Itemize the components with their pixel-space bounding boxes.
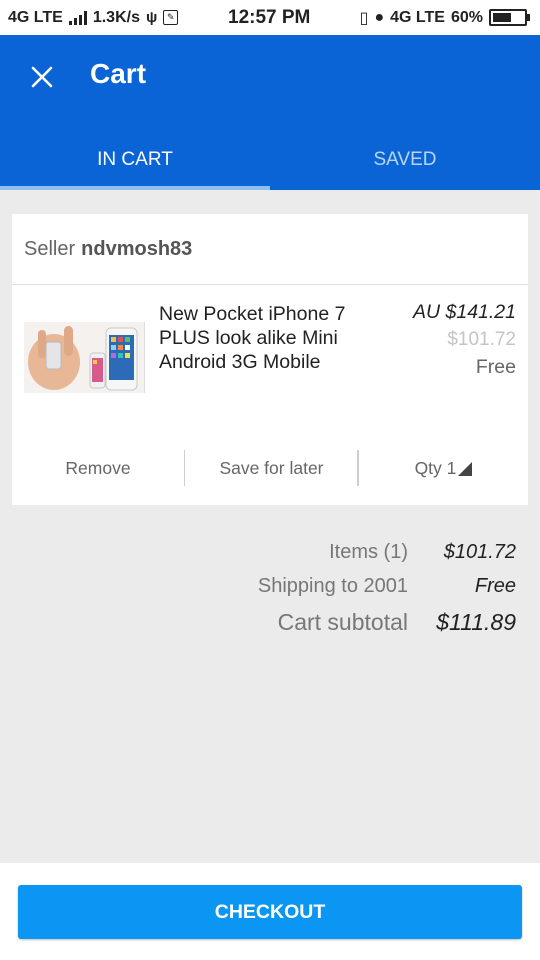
item-shipping: Free bbox=[475, 356, 516, 378]
items-value: $101.72 bbox=[443, 541, 516, 563]
tab-bar: IN CART SAVED bbox=[0, 130, 540, 190]
item-title[interactable]: New Pocket iPhone 7 PLUS look alike Mini… bbox=[159, 302, 384, 374]
notification-icon: ✎ bbox=[163, 10, 179, 25]
tab-indicator bbox=[0, 186, 270, 190]
remove-button[interactable]: Remove bbox=[12, 450, 184, 486]
items-row: Items (1) $101.72 bbox=[116, 541, 516, 564]
page-title: Cart bbox=[90, 58, 147, 89]
subtotal-row: Cart subtotal $111.89 bbox=[116, 609, 516, 636]
item-actions: Remove Save for later Qty 1 bbox=[12, 450, 528, 486]
seller-label: Seller bbox=[24, 237, 76, 260]
vibrate-icon: ▯ bbox=[359, 9, 369, 27]
alarm-icon: ● bbox=[374, 8, 385, 26]
close-button[interactable] bbox=[22, 57, 62, 97]
quantity-label: Qty 1 bbox=[414, 457, 457, 478]
subtotal-label: Cart subtotal bbox=[277, 609, 408, 635]
subtotal-value: $111.89 bbox=[436, 609, 516, 635]
item-converted-price: $101.72 bbox=[447, 329, 516, 350]
network-speed: 1.3K/s bbox=[92, 8, 140, 26]
phone-product-image bbox=[24, 322, 144, 393]
cart-summary: Items (1) $101.72 Shipping to 2001 Free … bbox=[116, 541, 516, 647]
status-left: 4G LTE 1.3K/s ψ ✎ bbox=[8, 0, 179, 35]
tab-in-cart[interactable]: IN CART bbox=[0, 130, 270, 190]
shipping-value: Free bbox=[474, 575, 516, 597]
signal-icon bbox=[68, 10, 87, 25]
checkout-panel: CHECKOUT bbox=[0, 863, 540, 960]
usb-icon: ψ bbox=[145, 9, 158, 26]
seller-name[interactable]: ndvmosh83 bbox=[81, 238, 192, 261]
close-icon bbox=[31, 66, 53, 88]
quantity-selector[interactable]: Qty 1 bbox=[359, 450, 528, 486]
dropdown-triangle-icon bbox=[458, 462, 473, 476]
seller-row: Seller ndvmosh83 bbox=[12, 214, 528, 285]
cart-item-card: Seller ndvmosh83 New Pocket iPhone 7 PLU… bbox=[12, 214, 528, 505]
tab-saved[interactable]: SAVED bbox=[270, 130, 540, 190]
shipping-label[interactable]: Shipping to 2001 bbox=[258, 575, 408, 598]
battery-percent: 60% bbox=[450, 8, 483, 26]
clock: 12:57 PM bbox=[228, 6, 311, 28]
status-bar: 4G LTE 1.3K/s ψ ✎ 12:57 PM ▯ ● 4G LTE 60… bbox=[0, 0, 540, 35]
item-thumbnail[interactable] bbox=[24, 322, 145, 393]
network-type-right: 4G LTE bbox=[390, 8, 445, 26]
app-bar: Cart IN CART SAVED bbox=[0, 35, 540, 190]
item-price: AU $141.21 bbox=[413, 301, 516, 323]
item-prices: AU $141.21 $101.72 Free bbox=[413, 301, 516, 379]
status-right: ▯ ● 4G LTE 60% bbox=[360, 0, 530, 35]
battery-icon bbox=[489, 9, 530, 26]
checkout-button[interactable]: CHECKOUT bbox=[18, 885, 522, 939]
network-type-left: 4G LTE bbox=[8, 8, 63, 26]
items-label: Items (1) bbox=[329, 541, 408, 563]
shipping-row: Shipping to 2001 Free bbox=[116, 575, 516, 598]
save-for-later-button[interactable]: Save for later bbox=[185, 450, 357, 486]
